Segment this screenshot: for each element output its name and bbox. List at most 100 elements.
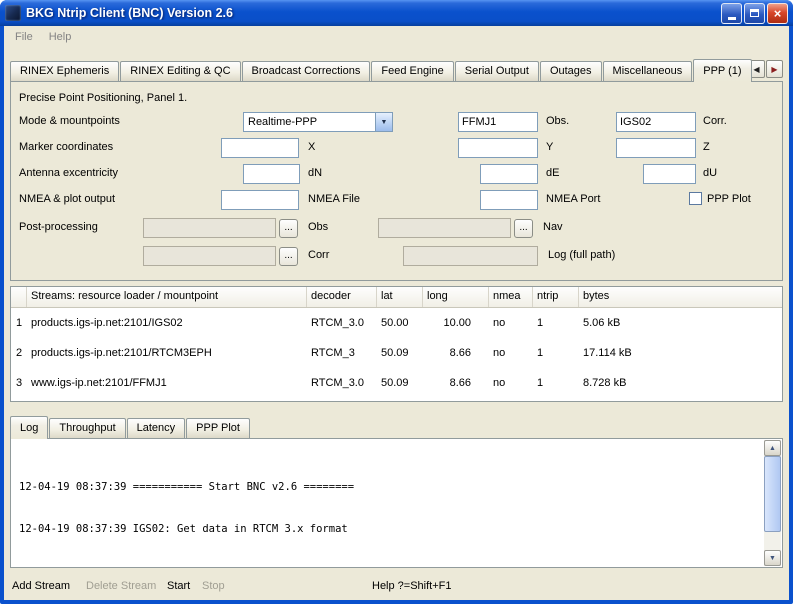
header-mountpoint: Streams: resource loader / mountpoint: [27, 287, 307, 307]
tab-ppp-plot[interactable]: PPP Plot: [186, 418, 250, 438]
nmea-file-input[interactable]: [221, 190, 299, 210]
marker-coordinates-label: Marker coordinates: [19, 141, 113, 153]
nmea-port-label: NMEA Port: [546, 193, 600, 205]
scrollbar-down-button[interactable]: ▼: [764, 550, 781, 566]
nmea-file-label: NMEA File: [308, 193, 360, 205]
minimize-button[interactable]: [721, 3, 742, 24]
cell-bytes: 17.114 kB: [579, 347, 782, 359]
scroll-up-icon: ▲: [769, 445, 776, 452]
start-button[interactable]: Start: [167, 580, 190, 592]
stream-row[interactable]: 2 products.igs-ip.net:2101/RTCM3EPH RTCM…: [11, 338, 782, 368]
top-tab-bar: RINEX Ephemeris RINEX Editing & QC Broad…: [10, 58, 783, 81]
add-stream-button[interactable]: Add Stream: [12, 580, 70, 592]
post-obs-path-input[interactable]: [143, 218, 276, 238]
stream-row[interactable]: 3 www.igs-ip.net:2101/FFMJ1 RTCM_3.0 50.…: [11, 368, 782, 398]
corr-mountpoint-input[interactable]: [616, 112, 696, 132]
title-bar[interactable]: BKG Ntrip Client (BNC) Version 2.6 ×: [0, 0, 793, 26]
tab-rinex-ephemeris[interactable]: RINEX Ephemeris: [10, 61, 119, 81]
streams-table-header: Streams: resource loader / mountpoint de…: [11, 287, 782, 308]
cell-decoder: RTCM_3.0: [307, 317, 377, 329]
ppp-plot-label: PPP Plot: [707, 193, 751, 205]
tab-throughput[interactable]: Throughput: [49, 418, 125, 438]
log-line: 12-04-19 08:37:39 =========== Start BNC …: [19, 480, 759, 494]
post-nav-browse-button[interactable]: ...: [514, 219, 533, 238]
ppp-mode-combobox[interactable]: Realtime-PPP ▼: [243, 112, 393, 132]
tab-serial-output[interactable]: Serial Output: [455, 61, 539, 81]
menu-file[interactable]: File: [7, 28, 41, 46]
cell-bytes: 8.728 kB: [579, 377, 782, 389]
close-button[interactable]: ×: [767, 3, 788, 24]
cell-ntrip: 1: [533, 317, 579, 329]
tab-feed-engine[interactable]: Feed Engine: [371, 61, 453, 81]
cell-mountpoint: www.igs-ip.net:2101/FFMJ1: [27, 377, 307, 389]
scrollbar-up-button[interactable]: ▲: [764, 440, 781, 456]
obs-label: Obs.: [546, 115, 569, 127]
log-panel: 12-04-19 08:37:39 =========== Start BNC …: [10, 438, 783, 568]
maximize-icon: [750, 9, 759, 17]
tab-outages[interactable]: Outages: [540, 61, 602, 81]
header-lat: lat: [377, 287, 423, 307]
cell-nmea: no: [489, 317, 533, 329]
cell-decoder: RTCM_3.0: [307, 377, 377, 389]
post-nav-path-input[interactable]: [378, 218, 511, 238]
tab-latency[interactable]: Latency: [127, 418, 186, 438]
row-number: 1: [11, 317, 27, 329]
cell-long: 8.66: [423, 377, 489, 389]
log-line: 12-04-19 08:37:39 IGS02: Get data in RTC…: [19, 522, 759, 536]
header-long: long: [423, 287, 489, 307]
stream-row[interactable]: 1 products.igs-ip.net:2101/IGS02 RTCM_3.…: [11, 308, 782, 338]
bottom-tab-bar: Log Throughput Latency PPP Plot: [10, 415, 783, 438]
post-obs-label: Obs: [308, 221, 328, 233]
streams-table: Streams: resource loader / mountpoint de…: [10, 286, 783, 402]
post-processing-label: Post-processing: [19, 221, 98, 233]
stop-button[interactable]: Stop: [202, 580, 225, 592]
corr-label: Corr.: [703, 115, 727, 127]
tab-miscellaneous[interactable]: Miscellaneous: [603, 61, 693, 81]
cell-bytes: 5.06 kB: [579, 317, 782, 329]
tab-rinex-editing-qc[interactable]: RINEX Editing & QC: [120, 61, 240, 81]
cell-ntrip: 1: [533, 377, 579, 389]
marker-x-input[interactable]: [221, 138, 299, 158]
post-log-path-input[interactable]: [403, 246, 538, 266]
tab-scroll-right-button[interactable]: ▶: [766, 60, 783, 78]
menu-help[interactable]: Help: [41, 28, 80, 46]
z-label: Z: [703, 141, 710, 153]
mode-mountpoints-label: Mode & mountpoints: [19, 115, 120, 127]
scrollbar-thumb[interactable]: [764, 456, 781, 532]
post-corr-path-input[interactable]: [143, 246, 276, 266]
cell-long: 10.00: [423, 317, 489, 329]
tab-broadcast-corrections[interactable]: Broadcast Corrections: [242, 61, 371, 81]
log-scrollbar[interactable]: ▲ ▼: [764, 440, 781, 566]
app-icon: [5, 5, 21, 21]
marker-z-input[interactable]: [616, 138, 696, 158]
header-ntrip: ntrip: [533, 287, 579, 307]
header-bytes: bytes: [579, 287, 782, 307]
antenna-dn-input[interactable]: [243, 164, 300, 184]
scroll-down-icon: ▼: [769, 555, 776, 562]
nmea-port-input[interactable]: [480, 190, 538, 210]
log-line: 12-04-19 08:37:39 RTCM3EPH: Get data in …: [19, 564, 759, 566]
scroll-left-icon: ◀: [753, 65, 759, 74]
delete-stream-button[interactable]: Delete Stream: [86, 580, 156, 592]
ppp-plot-checkbox[interactable]: [689, 192, 702, 205]
cell-lat: 50.09: [377, 377, 423, 389]
antenna-du-input[interactable]: [643, 164, 696, 184]
header-decoder: decoder: [307, 287, 377, 307]
cell-lat: 50.00: [377, 317, 423, 329]
y-label: Y: [546, 141, 553, 153]
app-window: BKG Ntrip Client (BNC) Version 2.6 × Fil…: [0, 0, 793, 604]
antenna-de-input[interactable]: [480, 164, 538, 184]
obs-mountpoint-input[interactable]: [458, 112, 538, 132]
cell-mountpoint: products.igs-ip.net:2101/RTCM3EPH: [27, 347, 307, 359]
tab-ppp-1[interactable]: PPP (1): [693, 59, 751, 82]
window-controls: ×: [719, 3, 788, 24]
marker-y-input[interactable]: [458, 138, 538, 158]
panel-description: Precise Point Positioning, Panel 1.: [19, 92, 187, 104]
post-corr-browse-button[interactable]: ...: [279, 247, 298, 266]
cell-nmea: no: [489, 347, 533, 359]
maximize-button[interactable]: [744, 3, 765, 24]
post-obs-browse-button[interactable]: ...: [279, 219, 298, 238]
tab-log[interactable]: Log: [10, 416, 48, 439]
footer-toolbar: Add Stream Delete Stream Start Stop Help…: [4, 576, 789, 598]
header-row-number: [11, 287, 27, 307]
